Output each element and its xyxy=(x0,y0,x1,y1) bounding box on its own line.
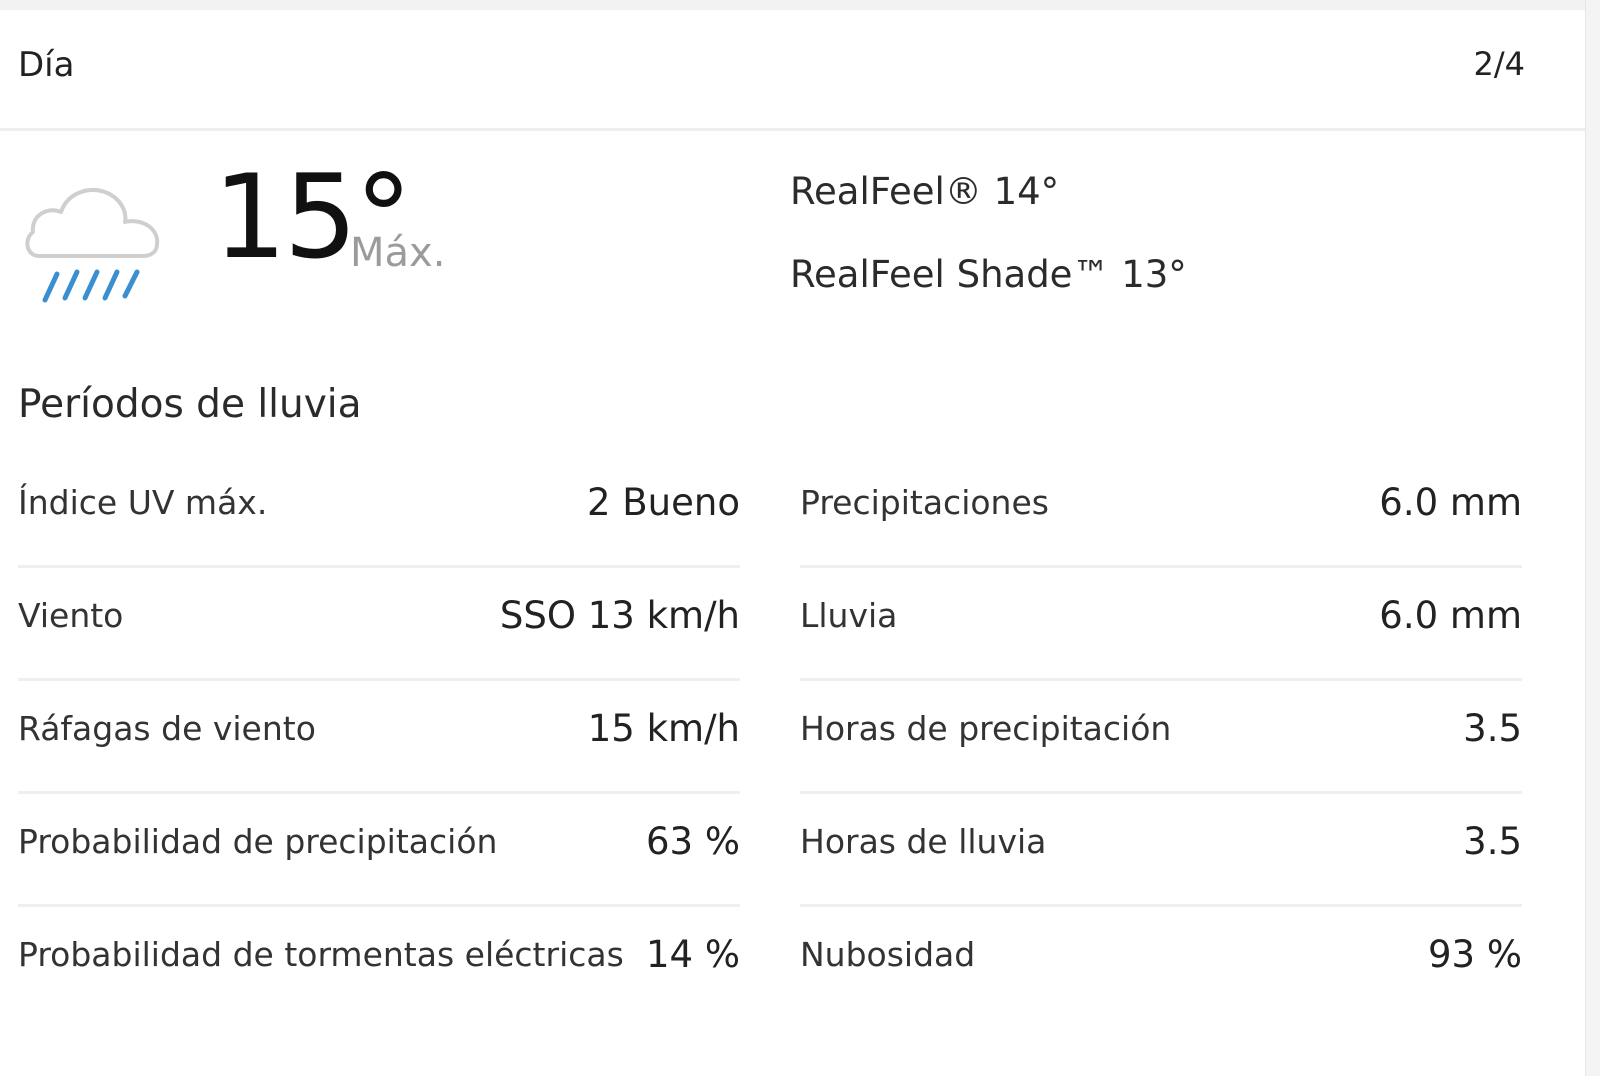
rain-cloud-icon xyxy=(25,178,165,313)
detail-row-thunderstorm-probability: Probabilidad de tormentas eléctricas 14 … xyxy=(18,907,740,1020)
detail-value: 15 km/h xyxy=(587,707,740,750)
day-forecast-card: Día 2/4 15° Máx. RealFeel® 14° RealFeel … xyxy=(0,10,1585,1076)
detail-row-cloud-cover: Nubosidad 93 % xyxy=(800,907,1522,1020)
realfeel-value: RealFeel® 14° xyxy=(790,170,1060,213)
detail-row-uv-index: Índice UV máx. 2 Bueno xyxy=(18,455,740,568)
detail-label: Ráfagas de viento xyxy=(18,709,316,748)
card-header: Día 2/4 xyxy=(0,10,1585,131)
max-temperature-label: Máx. xyxy=(350,230,446,276)
day-label: Día xyxy=(18,45,75,85)
detail-label: Horas de lluvia xyxy=(800,822,1047,861)
weather-phrase: Períodos de lluvia xyxy=(18,382,362,427)
detail-value: 6.0 mm xyxy=(1379,594,1522,637)
detail-row-precip-probability: Probabilidad de precipitación 63 % xyxy=(18,794,740,907)
detail-value: 2 Bueno xyxy=(587,481,740,524)
detail-label: Lluvia xyxy=(800,596,898,635)
page-scroll-edge xyxy=(1585,0,1600,1076)
detail-row-precip-hours: Horas de precipitación 3.5 xyxy=(800,681,1522,794)
detail-row-rain-hours: Horas de lluvia 3.5 xyxy=(800,794,1522,907)
detail-row-rain: Lluvia 6.0 mm xyxy=(800,568,1522,681)
detail-value: SSO 13 km/h xyxy=(499,594,740,637)
detail-value: 93 % xyxy=(1428,933,1522,976)
detail-value: 3.5 xyxy=(1463,820,1522,863)
detail-label: Horas de precipitación xyxy=(800,709,1172,748)
detail-row-wind: Viento SSO 13 km/h xyxy=(18,568,740,681)
detail-label: Probabilidad de precipitación xyxy=(18,822,498,861)
detail-value: 6.0 mm xyxy=(1379,481,1522,524)
detail-row-precipitation: Precipitaciones 6.0 mm xyxy=(800,455,1522,568)
page-counter: 2/4 xyxy=(1473,45,1526,83)
detail-value: 63 % xyxy=(646,820,740,863)
detail-value: 3.5 xyxy=(1463,707,1522,750)
detail-label: Viento xyxy=(18,596,124,635)
detail-value: 14 % xyxy=(646,933,740,976)
realfeel-shade-value: RealFeel Shade™ 13° xyxy=(790,253,1187,296)
detail-label: Índice UV máx. xyxy=(18,483,268,522)
detail-label: Probabilidad de tormentas eléctricas xyxy=(18,935,624,974)
detail-row-wind-gusts: Ráfagas de viento 15 km/h xyxy=(18,681,740,794)
detail-label: Precipitaciones xyxy=(800,483,1049,522)
detail-label: Nubosidad xyxy=(800,935,976,974)
